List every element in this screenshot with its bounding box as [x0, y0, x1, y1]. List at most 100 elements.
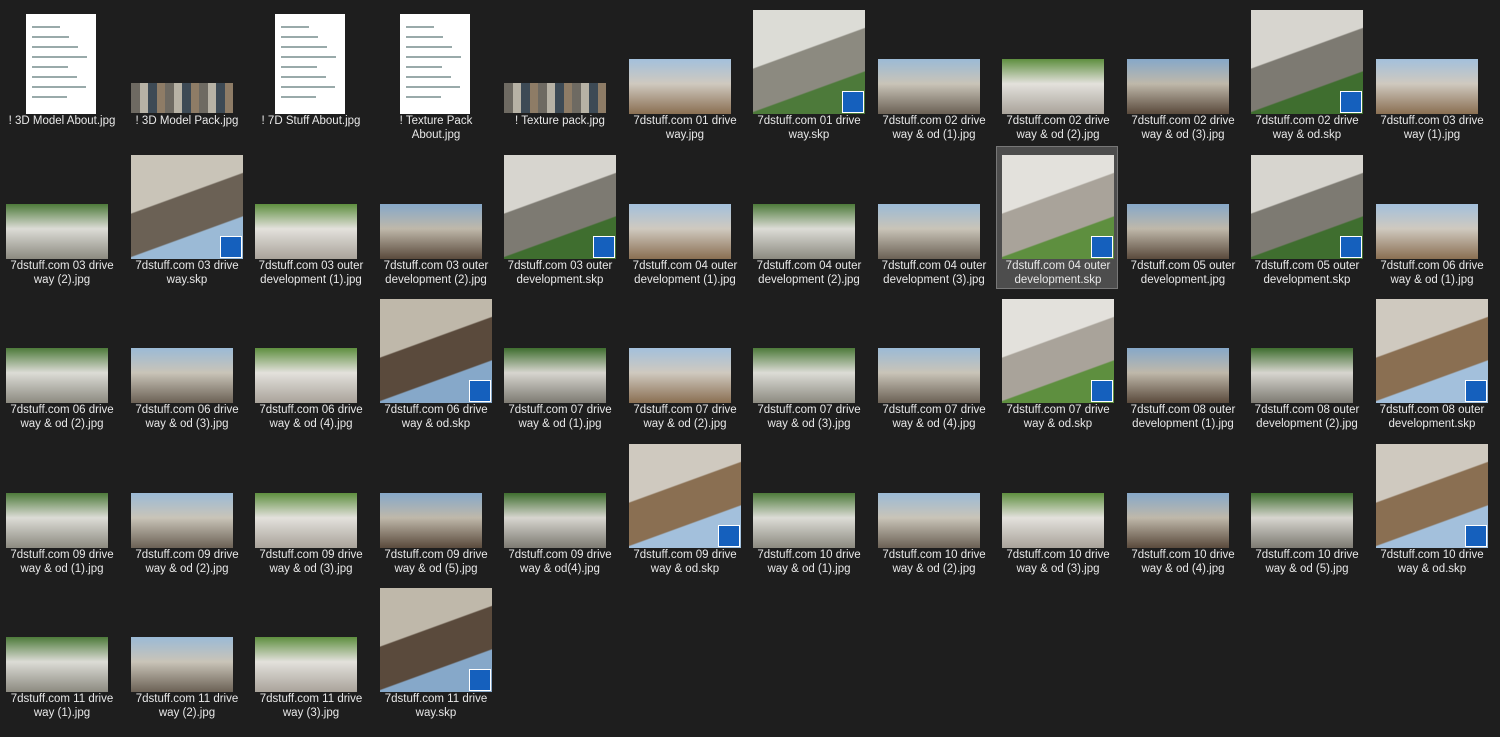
file-item[interactable]: 7dstuff.com 04 outer development (1).jpg — [623, 146, 745, 289]
file-item[interactable]: ! 3D Model About.jpg — [0, 1, 122, 144]
image-thumbnail — [1127, 59, 1229, 114]
image-thumbnail — [255, 204, 357, 259]
file-item[interactable]: 7dstuff.com 06 drive way & od.skp — [374, 290, 496, 433]
document-text-line — [31, 66, 68, 68]
file-item[interactable]: 7dstuff.com 10 drive way & od.skp — [1370, 435, 1492, 578]
file-name: 7dstuff.com 04 outer development.skp — [1005, 260, 1111, 286]
file-name: 7dstuff.com 01 drive way.skp — [757, 115, 861, 141]
file-name: 7dstuff.com 08 outer development.skp — [1379, 404, 1485, 430]
file-name: 7dstuff.com 06 drive way & od (3).jpg — [135, 404, 239, 430]
thumbnail-area — [126, 580, 248, 692]
image-thumbnail — [1127, 493, 1229, 548]
file-item[interactable]: 7dstuff.com 05 outer development.jpg — [1121, 146, 1243, 289]
thumbnail-area — [748, 147, 870, 259]
file-item[interactable]: 7dstuff.com 06 drive way & od (3).jpg — [125, 290, 247, 433]
file-item[interactable]: 7dstuff.com 06 drive way & od (2).jpg — [0, 290, 122, 433]
file-item[interactable]: 7dstuff.com 09 drive way & od (1).jpg — [0, 435, 122, 578]
file-item[interactable]: 7dstuff.com 04 outer development (3).jpg — [872, 146, 994, 289]
image-thumbnail — [131, 348, 233, 403]
image-thumbnail — [1127, 348, 1229, 403]
document-text-line — [31, 46, 78, 48]
file-item[interactable]: 7dstuff.com 02 drive way & od (3).jpg — [1121, 1, 1243, 144]
document-text-line — [31, 76, 78, 78]
file-item[interactable]: 7dstuff.com 03 drive way (1).jpg — [1370, 1, 1492, 144]
file-name: 7dstuff.com 01 drive way.jpg — [633, 115, 737, 141]
image-thumbnail — [380, 493, 482, 548]
document-text-line — [31, 56, 87, 58]
thumbnail-area — [1122, 436, 1244, 548]
thumbnail-area — [748, 2, 870, 114]
file-item[interactable]: ! Texture Pack About.jpg — [374, 1, 496, 144]
sketchup-model-thumbnail — [629, 444, 741, 548]
document-text-line — [280, 36, 318, 38]
file-item[interactable]: 7dstuff.com 04 outer development (2).jpg — [747, 146, 869, 289]
file-item[interactable]: 7dstuff.com 09 drive way & od.skp — [623, 435, 745, 578]
file-item[interactable]: 7dstuff.com 07 drive way & od (1).jpg — [498, 290, 620, 433]
image-thumbnail — [753, 348, 855, 403]
sketchup-icon — [220, 236, 242, 258]
file-item[interactable]: 7dstuff.com 01 drive way.jpg — [623, 1, 745, 144]
file-item[interactable]: ! 7D Stuff About.jpg — [249, 1, 371, 144]
image-thumbnail — [504, 348, 606, 403]
image-thumbnail — [1002, 493, 1104, 548]
file-item[interactable]: 7dstuff.com 02 drive way & od (2).jpg — [996, 1, 1118, 144]
thumbnail-area — [1122, 147, 1244, 259]
file-item[interactable]: 7dstuff.com 11 drive way.skp — [374, 579, 496, 722]
file-item[interactable]: 7dstuff.com 07 drive way & od (4).jpg — [872, 290, 994, 433]
file-item[interactable]: 7dstuff.com 03 outer development.skp — [498, 146, 620, 289]
file-item[interactable]: 7dstuff.com 02 drive way & od.skp — [1245, 1, 1367, 144]
file-item[interactable]: 7dstuff.com 08 outer development (2).jpg — [1245, 290, 1367, 433]
document-text-line — [405, 26, 434, 28]
file-name: 7dstuff.com 03 drive way (2).jpg — [10, 260, 114, 286]
file-name: 7dstuff.com 11 drive way.skp — [384, 693, 488, 719]
thumbnail-area — [126, 436, 248, 548]
file-item[interactable]: 7dstuff.com 10 drive way & od (5).jpg — [1245, 435, 1367, 578]
sketchup-icon — [1465, 380, 1487, 402]
file-name: 7dstuff.com 10 drive way & od (4).jpg — [1131, 549, 1235, 575]
thumbnail-area — [126, 291, 248, 403]
document-text-line — [280, 46, 327, 48]
file-item[interactable]: 7dstuff.com 09 drive way & od(4).jpg — [498, 435, 620, 578]
file-item[interactable]: 7dstuff.com 10 drive way & od (3).jpg — [996, 435, 1118, 578]
file-item[interactable]: 7dstuff.com 11 drive way (1).jpg — [0, 579, 122, 722]
file-item[interactable]: 7dstuff.com 03 outer development (1).jpg — [249, 146, 371, 289]
file-item[interactable]: 7dstuff.com 04 outer development.skp — [996, 146, 1118, 289]
file-item[interactable]: 7dstuff.com 05 outer development.skp — [1245, 146, 1367, 289]
file-name: 7dstuff.com 10 drive way & od.skp — [1380, 549, 1484, 575]
thumbnail-area — [748, 291, 870, 403]
file-item[interactable]: 7dstuff.com 10 drive way & od (1).jpg — [747, 435, 869, 578]
file-item[interactable]: 7dstuff.com 03 drive way.skp — [125, 146, 247, 289]
file-item[interactable]: 7dstuff.com 07 drive way & od.skp — [996, 290, 1118, 433]
file-name: 7dstuff.com 09 drive way & od (2).jpg — [135, 549, 239, 575]
thumbnail-area — [624, 147, 746, 259]
file-item[interactable]: 7dstuff.com 09 drive way & od (2).jpg — [125, 435, 247, 578]
file-item[interactable]: ! 3D Model Pack.jpg — [125, 1, 247, 144]
file-item[interactable]: 7dstuff.com 08 outer development.skp — [1370, 290, 1492, 433]
file-item[interactable]: 7dstuff.com 07 drive way & od (2).jpg — [623, 290, 745, 433]
file-item[interactable]: 7dstuff.com 10 drive way & od (4).jpg — [1121, 435, 1243, 578]
file-name: 7dstuff.com 04 outer development (3).jpg — [881, 260, 987, 286]
file-item[interactable]: 7dstuff.com 06 drive way & od (1).jpg — [1370, 146, 1492, 289]
file-item[interactable]: 7dstuff.com 09 drive way & od (3).jpg — [249, 435, 371, 578]
image-thumbnail — [1002, 59, 1104, 114]
image-thumbnail — [878, 59, 980, 114]
file-item[interactable]: 7dstuff.com 06 drive way & od (4).jpg — [249, 290, 371, 433]
file-name: 7dstuff.com 09 drive way & od.skp — [633, 549, 737, 575]
file-item[interactable]: ! Texture pack.jpg — [498, 1, 620, 144]
file-item[interactable]: 7dstuff.com 03 drive way (2).jpg — [0, 146, 122, 289]
file-item[interactable]: 7dstuff.com 02 drive way & od (1).jpg — [872, 1, 994, 144]
file-item[interactable]: 7dstuff.com 03 outer development (2).jpg — [374, 146, 496, 289]
file-item[interactable]: 7dstuff.com 01 drive way.skp — [747, 1, 869, 144]
file-item[interactable]: 7dstuff.com 07 drive way & od (3).jpg — [747, 290, 869, 433]
thumbnail-area — [1371, 2, 1493, 114]
file-item[interactable]: 7dstuff.com 09 drive way & od (5).jpg — [374, 435, 496, 578]
thumbnail-area — [1122, 291, 1244, 403]
file-name: ! 7D Stuff About.jpg — [261, 115, 361, 127]
file-item[interactable]: 7dstuff.com 10 drive way & od (2).jpg — [872, 435, 994, 578]
image-thumbnail — [380, 204, 482, 259]
image-thumbnail — [131, 637, 233, 692]
file-item[interactable]: 7dstuff.com 08 outer development (1).jpg — [1121, 290, 1243, 433]
file-item[interactable]: 7dstuff.com 11 drive way (2).jpg — [125, 579, 247, 722]
image-thumbnail — [255, 493, 357, 548]
file-item[interactable]: 7dstuff.com 11 drive way (3).jpg — [249, 579, 371, 722]
